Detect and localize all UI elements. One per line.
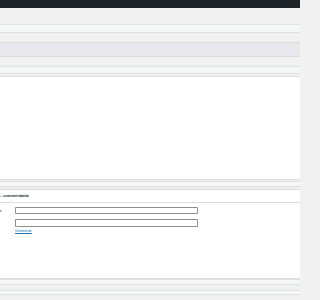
settings-panel: ...commentable P Schedule (0, 189, 300, 279)
admin-toolbar (0, 0, 300, 8)
text-field-1[interactable] (15, 207, 198, 214)
footer-strip (0, 279, 300, 285)
footer-strip-2 (0, 290, 300, 295)
toolbar-strip (0, 66, 300, 74)
section-title: ...commentable (0, 193, 30, 198)
divider-strip (0, 181, 300, 187)
schedule-link[interactable]: Schedule (15, 228, 32, 233)
section-divider (0, 202, 300, 203)
tab-strip (0, 42, 300, 57)
row1-label: P (0, 209, 3, 213)
header-strip (0, 24, 300, 33)
text-field-2[interactable] (15, 219, 198, 227)
content-panel (0, 76, 300, 180)
